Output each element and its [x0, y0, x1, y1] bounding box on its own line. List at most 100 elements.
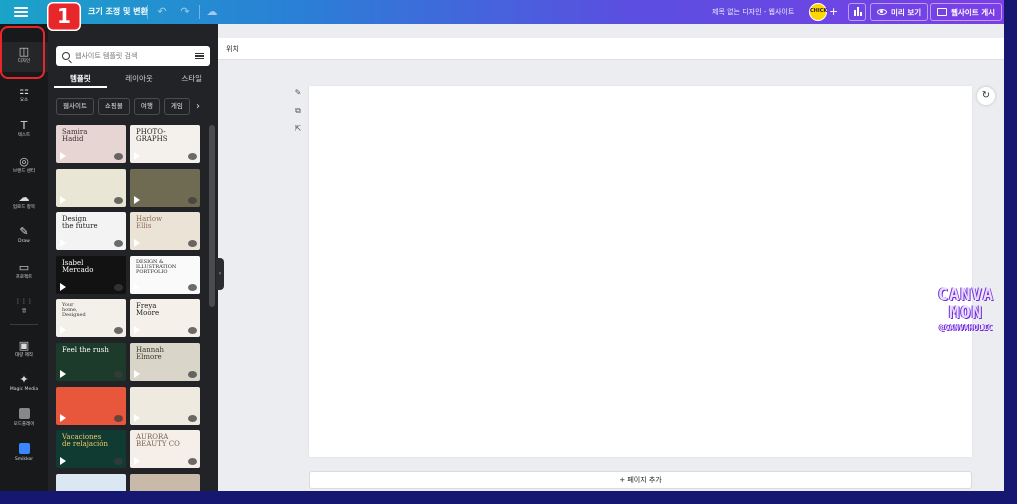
- crown-icon: [114, 240, 123, 248]
- template-thumbnail[interactable]: Hannah Elmore: [130, 343, 200, 381]
- rail-item-label: Magic Media: [9, 387, 39, 392]
- template-thumbnail[interactable]: [56, 473, 126, 491]
- template-title: Hannah Elmore: [136, 346, 164, 361]
- draw-icon: ✎: [19, 225, 29, 238]
- chip-game[interactable]: 게임: [163, 98, 190, 115]
- template-thumbnail[interactable]: [130, 168, 200, 207]
- play-icon: [60, 326, 66, 335]
- rail-item-label: 업로드 항목: [12, 205, 36, 210]
- play-icon: [60, 195, 66, 204]
- hamburger-menu-icon[interactable]: [14, 5, 28, 19]
- template-search-box[interactable]: [56, 46, 210, 66]
- play-icon: [60, 413, 66, 422]
- template-thumbnail[interactable]: Freya Moore: [130, 299, 200, 338]
- duplicate-page-icon[interactable]: ⧉: [292, 106, 304, 124]
- design-canvas[interactable]: [309, 86, 972, 457]
- template-title: Vacaciones de relajación: [62, 433, 108, 449]
- play-icon: [60, 370, 66, 378]
- play-icon: [60, 282, 66, 291]
- user-avatar[interactable]: CHICK: [809, 3, 827, 21]
- template-thumbnail[interactable]: [56, 386, 126, 425]
- rail-item-label: 프로젝트: [15, 275, 33, 280]
- rail-item-label: 브랜드 센터: [12, 169, 36, 174]
- redo-icon[interactable]: ↷: [178, 5, 192, 19]
- rail-item-modeplay[interactable]: 모드플레이: [0, 405, 48, 431]
- tab-layouts[interactable]: 레이아웃: [113, 72, 166, 88]
- chip-travel[interactable]: 여행: [133, 98, 160, 115]
- bulk-create-icon: ▣: [18, 339, 30, 352]
- template-title: AURORA BEAUTY CO: [136, 433, 180, 449]
- text-icon: T: [20, 119, 28, 132]
- crown-icon: [188, 458, 197, 466]
- template-thumbnail[interactable]: [130, 473, 200, 491]
- crown-icon: [114, 153, 123, 160]
- template-title: DESIGN & ILLUSTRATION PORTFOLIO: [136, 258, 177, 275]
- template-thumbnail[interactable]: [130, 386, 200, 425]
- rail-item-bulk-create[interactable]: ▣ 대량 제작: [0, 336, 48, 362]
- template-title: Harlow Ellis: [136, 215, 163, 231]
- collapse-panel-button[interactable]: ‹: [216, 258, 224, 290]
- template-thumbnail[interactable]: Design the future: [56, 212, 126, 251]
- template-title: Design the future: [62, 215, 98, 231]
- rail-item-uploads[interactable]: ☁ 업로드 항목: [0, 188, 48, 214]
- filter-icon[interactable]: [195, 52, 204, 60]
- chevron-right-icon[interactable]: ›: [192, 98, 204, 115]
- rail-item-label: 대량 제작: [15, 353, 33, 358]
- play-icon: [134, 152, 140, 160]
- template-thumbnail[interactable]: AURORA BEAUTY CO: [130, 430, 200, 469]
- template-thumbnail[interactable]: Your home, Designed: [56, 299, 126, 338]
- template-thumbnail[interactable]: PHOTO- GRAPHS: [130, 125, 200, 163]
- template-title: Isabel Mercado: [62, 258, 94, 274]
- rail-item-magic-media[interactable]: ✦ Magic Media: [0, 370, 48, 396]
- template-thumbnail[interactable]: DESIGN & ILLUSTRATION PORTFOLIO: [130, 255, 200, 294]
- template-thumbnail[interactable]: Samira Hadid: [56, 125, 126, 163]
- publish-website-button[interactable]: 웹사이트 게시: [930, 3, 1003, 21]
- template-thumbnail[interactable]: [56, 168, 126, 207]
- rail-item-apps[interactable]: ⋮⋮⋮ 앱: [0, 292, 48, 318]
- template-title: PHOTO- GRAPHS: [136, 128, 168, 143]
- template-thumbnail[interactable]: Vacaciones de relajación: [56, 430, 126, 469]
- crown-icon: [188, 283, 197, 291]
- rail-item-projects[interactable]: ▭ 프로젝트: [0, 258, 48, 284]
- rail-item-brand[interactable]: ◎ 브랜드 센터: [0, 152, 48, 178]
- template-search-input[interactable]: [75, 52, 185, 60]
- crown-icon: [188, 153, 197, 160]
- document-title[interactable]: 제목 없는 디자인 - 웹사이트: [712, 0, 794, 24]
- resize-button[interactable]: 크기 조정 및 변환: [82, 3, 154, 21]
- tab-templates[interactable]: 템플릿: [54, 72, 107, 88]
- templates-panel: 템플릿 레이아웃 스타일 웹사이트 쇼핑몰 여행 게임 › Samira Had…: [48, 24, 218, 491]
- crown-icon: [114, 196, 123, 204]
- crown-icon: [188, 414, 197, 422]
- undo-icon[interactable]: ↶: [155, 5, 169, 19]
- crown-icon: [188, 371, 197, 378]
- play-icon: [134, 413, 140, 422]
- tab-styles[interactable]: 스타일: [165, 72, 218, 88]
- canva-app: 크기 조정 및 변환 ↶ ↷ ☁ 제목 없는 디자인 - 웹사이트 CHICK …: [0, 0, 1004, 491]
- magic-media-icon: ✦: [19, 373, 29, 386]
- add-collaborator-button[interactable]: +: [829, 4, 838, 20]
- add-page-button[interactable]: + 페이지 추가: [309, 471, 972, 489]
- chip-shopping[interactable]: 쇼핑몰: [97, 98, 130, 115]
- play-icon: [60, 239, 66, 248]
- panel-scrollbar[interactable]: [209, 125, 215, 307]
- position-button[interactable]: 위치: [226, 44, 239, 54]
- template-thumbnail[interactable]: Feel the rush: [56, 343, 126, 381]
- template-thumbnail[interactable]: Harlow Ellis: [130, 212, 200, 251]
- rail-item-text[interactable]: T 텍스트: [0, 116, 48, 142]
- preview-button[interactable]: 미리 보기: [870, 3, 929, 21]
- elements-icon: ⚏: [19, 84, 29, 97]
- notes-icon[interactable]: ✎: [292, 88, 304, 106]
- rail-item-smikkor[interactable]: Smikkor: [0, 440, 48, 466]
- insights-chart-icon[interactable]: [848, 3, 866, 21]
- cloud-save-icon[interactable]: ☁: [205, 5, 219, 19]
- template-thumbnail[interactable]: Isabel Mercado: [56, 255, 126, 294]
- chip-website[interactable]: 웹사이트: [56, 98, 94, 115]
- app-icon: [0, 443, 48, 456]
- page-side-tools: ✎ ⧉ ⇱: [292, 88, 304, 142]
- export-icon[interactable]: ⇱: [292, 124, 304, 142]
- refresh-icon[interactable]: ↻: [977, 87, 995, 105]
- rail-item-draw[interactable]: ✎ Draw: [0, 222, 48, 248]
- rail-item-elements[interactable]: ⚏ 요소: [0, 81, 48, 107]
- watermark-line-1: CANVA: [937, 285, 995, 305]
- rail-item-label: 텍스트: [17, 133, 31, 138]
